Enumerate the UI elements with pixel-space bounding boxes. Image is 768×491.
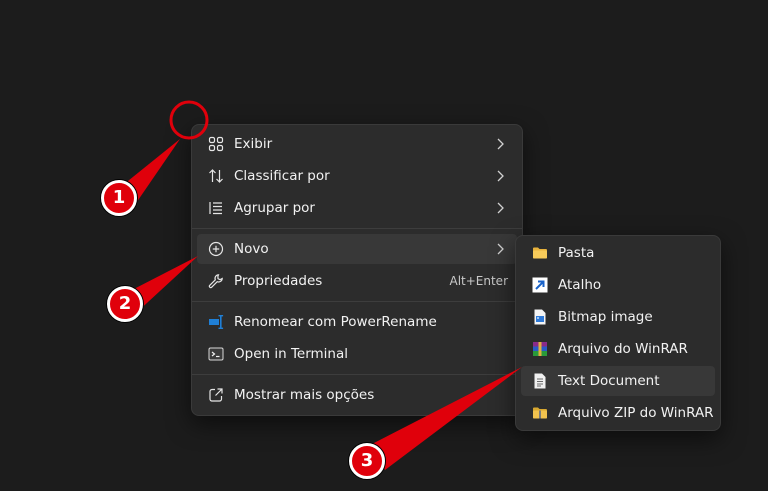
annotation-badge-3: 3: [349, 443, 385, 479]
annotation-badge-2: 2: [107, 286, 143, 322]
annotation-overlay: [123, 100, 522, 470]
click-target-circle: [169, 100, 209, 140]
annotation-badge-1: 1: [101, 180, 137, 216]
callout-pointer-3: [372, 367, 522, 470]
